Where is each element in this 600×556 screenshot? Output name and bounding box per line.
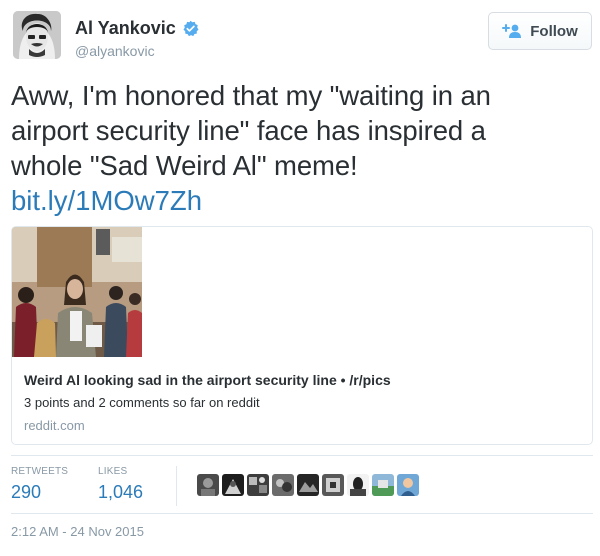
card-thumbnail: [12, 227, 142, 357]
avatar-image: [13, 11, 61, 59]
liker-avatar[interactable]: [247, 474, 269, 496]
retweets-count: 290: [11, 482, 42, 502]
divider: [11, 513, 593, 514]
tweet-link[interactable]: bit.ly/1MOw7Zh: [11, 183, 202, 218]
tweet-text-line: whole "Sad Weird Al" meme!: [11, 150, 358, 181]
tweet-text: Aww, I'm honored that my "waiting in an …: [11, 78, 596, 183]
tweet-timestamp[interactable]: 2:12 AM - 24 Nov 2015: [11, 524, 144, 539]
divider: [11, 455, 593, 456]
likers-avatar-row: [197, 474, 419, 496]
likes-count: 1,046: [98, 482, 144, 502]
airport-security-photo: [12, 227, 142, 357]
likes-label: LIKES: [98, 466, 128, 477]
retweets-label: RETWEETS: [11, 466, 69, 477]
verified-badge-icon: [183, 20, 199, 37]
liker-avatar[interactable]: [197, 474, 219, 496]
liker-avatar[interactable]: [297, 474, 319, 496]
author-name[interactable]: Al Yankovic: [75, 18, 176, 39]
card-title: Weird Al looking sad in the airport secu…: [24, 372, 391, 388]
author-handle[interactable]: @alyankovic: [75, 43, 155, 59]
retweets-stat[interactable]: RETWEETS 290: [11, 466, 68, 503]
likes-stat[interactable]: LIKES 1,046: [98, 466, 143, 503]
tweet-text-line: airport security line" face has inspired…: [11, 115, 486, 146]
divider: [176, 466, 177, 506]
liker-avatar[interactable]: [347, 474, 369, 496]
tweet: Al Yankovic @alyankovic Follow Aww, I'm …: [0, 0, 600, 556]
add-user-icon: [502, 24, 522, 38]
liker-avatar[interactable]: [322, 474, 344, 496]
card-description: 3 points and 2 comments so far on reddit: [24, 395, 260, 410]
follow-button[interactable]: Follow: [488, 12, 592, 50]
liker-avatar[interactable]: [372, 474, 394, 496]
follow-button-label: Follow: [530, 22, 578, 40]
tweet-text-line: Aww, I'm honored that my "waiting in an: [11, 80, 491, 111]
liker-avatar[interactable]: [397, 474, 419, 496]
liker-avatar[interactable]: [272, 474, 294, 496]
liker-avatar[interactable]: [222, 474, 244, 496]
author-avatar[interactable]: [13, 11, 61, 59]
card-domain: reddit.com: [24, 418, 85, 433]
link-preview-card[interactable]: Weird Al looking sad in the airport secu…: [11, 226, 593, 445]
